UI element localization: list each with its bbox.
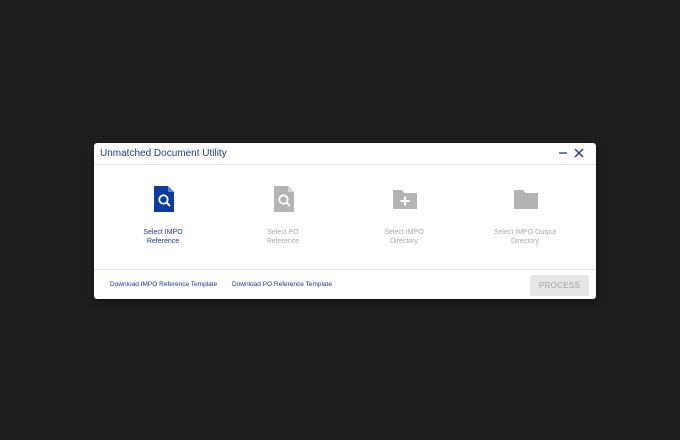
download-impo-template-link[interactable]: Download IMPO Reference Template xyxy=(110,281,217,288)
select-impo-directory-button[interactable]: Select IMPO Directory xyxy=(349,165,459,269)
process-button[interactable]: PROCESS xyxy=(530,275,589,296)
tile-label: Select IMPO Reference xyxy=(143,229,183,245)
tile-label: Select IMPO Directory xyxy=(384,229,424,245)
folder-plus-icon xyxy=(392,185,418,213)
minimize-icon[interactable] xyxy=(556,146,570,160)
close-icon[interactable] xyxy=(572,146,586,160)
file-search-icon xyxy=(271,185,297,213)
select-impo-output-directory-button[interactable]: Select IMPO Output Directory xyxy=(470,165,580,269)
tile-label: Select PO Reference xyxy=(266,229,300,245)
dialog-title: Unmatched Document Utility xyxy=(100,148,227,159)
unmatched-document-utility-dialog: Unmatched Document Utility Select IMPO R… xyxy=(94,143,596,299)
dialog-titlebar[interactable]: Unmatched Document Utility xyxy=(94,143,596,165)
select-impo-reference-button[interactable]: Select IMPO Reference xyxy=(108,165,218,269)
file-search-icon xyxy=(151,185,177,213)
action-tiles: Select IMPO Reference Select PO Referenc… xyxy=(94,165,596,269)
folder-icon xyxy=(513,185,539,213)
dialog-footer: Download IMPO Reference Template Downloa… xyxy=(94,269,596,300)
download-po-template-link[interactable]: Download PO Reference Template xyxy=(232,281,332,288)
tile-label: Select IMPO Output Directory xyxy=(493,229,557,245)
select-po-reference-button[interactable]: Select PO Reference xyxy=(228,165,338,269)
